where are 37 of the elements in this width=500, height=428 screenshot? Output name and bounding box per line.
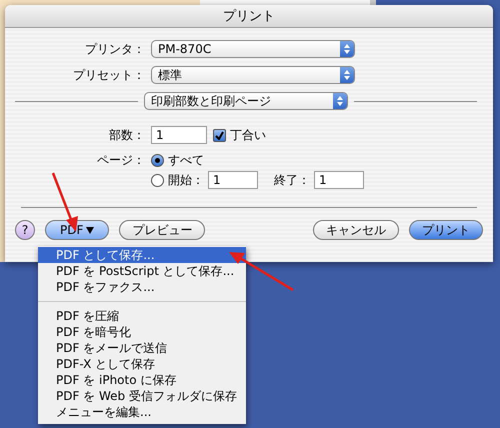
printer-popup[interactable]: PM-870C <box>151 40 355 58</box>
cancel-button[interactable]: キャンセル <box>313 220 399 240</box>
copies-label: 部数： <box>108 126 145 144</box>
caret-icon <box>86 226 94 234</box>
help-button[interactable]: ? <box>15 220 35 240</box>
page-radio[interactable] <box>151 174 164 186</box>
stepper-arrows-icon <box>343 43 351 55</box>
menu-item[interactable]: PDF-X として保存 <box>38 356 246 372</box>
stepper-arrows-icon <box>343 69 351 81</box>
pages-label: ページ： <box>96 152 145 169</box>
menu-item[interactable]: PDF を iPhoto に保存 <box>38 372 246 388</box>
menu-item[interactable]: PDF を PostScript として保存... <box>38 263 246 279</box>
annotation-arrow <box>229 252 294 292</box>
preview-button[interactable]: プレビュー <box>119 220 206 240</box>
preset-label: プリセット： <box>72 66 145 84</box>
menu-item[interactable]: PDF として保存... <box>38 247 246 263</box>
panel-popup[interactable]: 印刷部数と印刷ページ <box>144 92 348 110</box>
menu-item[interactable]: PDF をメールで送信 <box>38 340 246 356</box>
collate-checkbox[interactable] <box>213 128 226 142</box>
collate-label: 丁合い <box>230 126 266 144</box>
menu-item[interactable]: PDF を暗号化 <box>38 324 246 340</box>
menu-item[interactable]: メニューを編集... <box>38 404 246 420</box>
from-page-field[interactable]: 1 <box>208 171 258 189</box>
menu-item[interactable]: PDF を Web 受信フォルダに保存 <box>38 388 246 404</box>
to-page-label: 終了： <box>274 172 310 188</box>
page-radio[interactable] <box>151 154 164 167</box>
page-option-label: 開始： <box>168 172 204 188</box>
menu-item[interactable]: PDF をファクス... <box>38 279 246 295</box>
window-title: プリント <box>5 5 493 28</box>
printer-label: プリンタ： <box>84 40 145 58</box>
copies-field[interactable]: 1 <box>151 126 207 144</box>
stepper-arrows-icon <box>336 95 344 107</box>
menu-item[interactable]: PDF を圧縮 <box>38 308 246 324</box>
print-button[interactable]: プリント <box>409 220 483 240</box>
page-option-label: すべて <box>168 152 204 169</box>
to-page-field[interactable]: 1 <box>314 171 364 189</box>
preset-popup[interactable]: 標準 <box>151 66 355 84</box>
